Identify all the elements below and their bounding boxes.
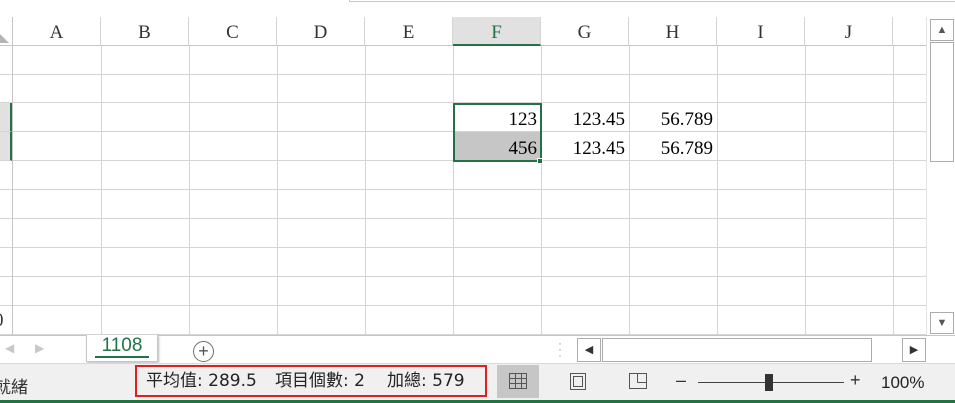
page-break-preview-button[interactable] bbox=[617, 365, 659, 398]
cell-g5[interactable]: 123.45 bbox=[541, 132, 629, 161]
status-statistics-highlight[interactable]: 平均值: 289.5 項目個數: 2 加總: 579 bbox=[135, 365, 487, 397]
status-ready-text: 就緒 bbox=[0, 378, 28, 398]
row-header[interactable] bbox=[0, 46, 12, 75]
active-tab-underline bbox=[95, 356, 149, 358]
column-header-f[interactable]: F bbox=[453, 17, 541, 46]
vertical-scrollbar[interactable]: ▲ ▼ bbox=[926, 17, 955, 335]
column-header-i[interactable]: I bbox=[717, 17, 805, 46]
scroll-up-icon[interactable]: ▲ bbox=[930, 19, 954, 41]
row-header[interactable] bbox=[0, 161, 12, 190]
select-all-triangle-icon bbox=[0, 34, 9, 43]
row-header[interactable] bbox=[0, 277, 12, 306]
column-header-d[interactable]: D bbox=[277, 17, 365, 46]
zoom-level[interactable]: 100% bbox=[881, 373, 924, 393]
row-header[interactable] bbox=[0, 219, 12, 248]
column-header-e[interactable]: E bbox=[365, 17, 453, 46]
column-header-j[interactable]: J bbox=[805, 17, 893, 46]
vertical-scroll-thumb[interactable] bbox=[930, 42, 954, 162]
cell-g4[interactable]: 123.45 bbox=[541, 103, 629, 132]
status-sum[interactable]: 加總: 579 bbox=[387, 367, 465, 395]
column-header-b[interactable]: B bbox=[101, 17, 189, 46]
cell-h5[interactable]: 56.789 bbox=[629, 132, 717, 161]
status-count[interactable]: 項目個數: 2 bbox=[275, 367, 365, 395]
fill-handle[interactable] bbox=[537, 158, 543, 164]
row-header-selected[interactable] bbox=[0, 132, 12, 161]
tab-split-handle-icon[interactable]: · · · bbox=[558, 337, 562, 361]
selection-range-border bbox=[453, 103, 542, 162]
column-header-g[interactable]: G bbox=[541, 17, 629, 46]
zoom-slider-thumb[interactable] bbox=[765, 374, 773, 391]
sheet-tab-label: 1108 bbox=[101, 335, 143, 356]
select-all-corner[interactable] bbox=[0, 17, 13, 46]
zoom-out-button[interactable]: – bbox=[676, 370, 686, 391]
page-break-icon bbox=[629, 373, 647, 389]
row-header[interactable] bbox=[0, 75, 12, 103]
scroll-down-icon[interactable]: ▼ bbox=[930, 312, 954, 334]
sheet-tab-1108[interactable]: 1108 bbox=[86, 335, 158, 362]
grid-view-icon bbox=[509, 373, 527, 389]
sheet-tab-bar: ◀ ▶ 1108 + · · · ◀ ▶ bbox=[0, 335, 955, 363]
row-header-selected[interactable] bbox=[0, 103, 12, 132]
row-header-label: 0 bbox=[0, 310, 4, 332]
scroll-right-icon[interactable]: ▶ bbox=[902, 338, 926, 362]
column-header-h[interactable]: H bbox=[629, 17, 717, 46]
tab-prev-icon[interactable]: ◀ bbox=[5, 341, 14, 355]
page-layout-view-button[interactable] bbox=[557, 365, 599, 398]
add-sheet-icon[interactable]: + bbox=[193, 341, 214, 362]
scroll-left-icon[interactable]: ◀ bbox=[577, 338, 601, 362]
formula-bar-edge bbox=[349, 0, 955, 2]
row-header[interactable]: 0 bbox=[0, 306, 12, 335]
column-header-a[interactable]: A bbox=[13, 17, 101, 46]
column-header-row: A B C D E F G H I J bbox=[0, 17, 926, 46]
top-strip bbox=[0, 0, 955, 17]
row-header-column: 0 bbox=[0, 46, 13, 335]
status-average[interactable]: 平均值: 289.5 bbox=[146, 367, 257, 395]
cell-h4[interactable]: 56.789 bbox=[629, 103, 717, 132]
horizontal-scroll-thumb[interactable] bbox=[602, 338, 872, 362]
row-header[interactable] bbox=[0, 190, 12, 219]
worksheet-grid[interactable]: 123 123.45 56.789 456 123.45 56.789 bbox=[13, 46, 926, 335]
row-header[interactable] bbox=[0, 248, 12, 277]
horizontal-scrollbar[interactable]: ◀ ▶ bbox=[577, 338, 926, 362]
zoom-in-button[interactable]: + bbox=[850, 370, 861, 391]
page-layout-icon bbox=[570, 373, 586, 390]
tab-next-icon[interactable]: ▶ bbox=[35, 341, 44, 355]
status-bar: 就緒 平均值: 289.5 項目個數: 2 加總: 579 – + 100% bbox=[0, 363, 955, 400]
column-header-c[interactable]: C bbox=[189, 17, 277, 46]
normal-view-button[interactable] bbox=[497, 365, 539, 398]
